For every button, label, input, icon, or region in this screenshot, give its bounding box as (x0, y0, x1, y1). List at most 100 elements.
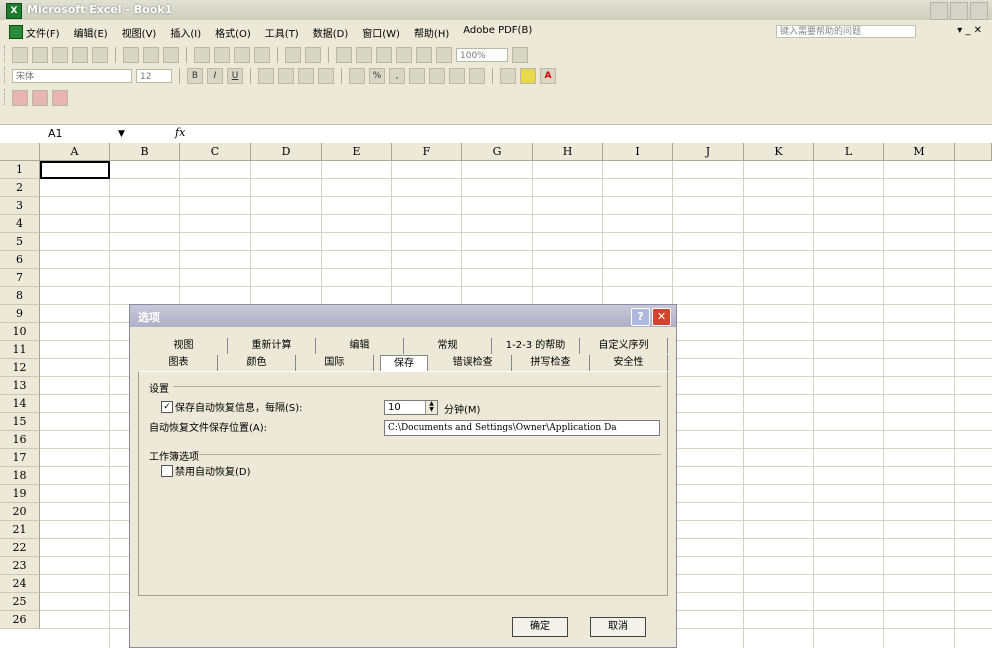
column-header[interactable]: D (251, 143, 322, 161)
insert-function-icon[interactable]: fx (175, 126, 185, 139)
align-center-icon[interactable] (278, 68, 294, 84)
tab-tabs_row2-1[interactable]: 颜色 (218, 355, 296, 371)
cut-icon[interactable] (194, 47, 210, 63)
row-header[interactable]: 16 (0, 431, 40, 449)
row-header[interactable]: 3 (0, 197, 40, 215)
column-header[interactable]: M (884, 143, 955, 161)
tab-tabs_row1-4[interactable]: 1-2-3 的帮助 (492, 338, 580, 354)
column-header[interactable]: E (322, 143, 392, 161)
tab-tabs_row1-1[interactable]: 重新计算 (228, 338, 316, 354)
increase-decimal-icon[interactable] (409, 68, 425, 84)
borders-icon[interactable] (500, 68, 516, 84)
paste-icon[interactable] (234, 47, 250, 63)
column-header[interactable]: A (40, 143, 110, 161)
row-header[interactable]: 4 (0, 215, 40, 233)
active-cell-a1[interactable] (40, 161, 110, 179)
pdf-review-icon[interactable] (52, 90, 68, 106)
column-header[interactable]: B (110, 143, 180, 161)
column-header[interactable]: F (392, 143, 462, 161)
column-header-partial[interactable] (955, 143, 992, 161)
save-icon[interactable] (52, 47, 68, 63)
menu-item[interactable]: 视图(V) (122, 25, 157, 40)
increase-indent-icon[interactable] (469, 68, 485, 84)
column-header[interactable]: H (533, 143, 603, 161)
fill-color-icon[interactable] (520, 68, 536, 84)
row-header[interactable]: 9 (0, 305, 40, 323)
row-header[interactable]: 17 (0, 449, 40, 467)
row-header[interactable]: 26 (0, 611, 40, 629)
open-icon[interactable] (32, 47, 48, 63)
menu-item[interactable]: 编辑(E) (74, 25, 108, 40)
align-right-icon[interactable] (298, 68, 314, 84)
print-preview-icon[interactable] (143, 47, 159, 63)
help-search-input[interactable]: 键入需要帮助的问题 (776, 25, 916, 38)
row-header[interactable]: 20 (0, 503, 40, 521)
toolbar-grip[interactable] (4, 89, 8, 105)
help-icon[interactable] (512, 47, 528, 63)
format-painter-icon[interactable] (254, 47, 270, 63)
print-icon[interactable] (123, 47, 139, 63)
email-icon[interactable] (92, 47, 108, 63)
drawing-icon[interactable] (436, 47, 452, 63)
permission-icon[interactable] (72, 47, 88, 63)
column-header[interactable]: C (180, 143, 251, 161)
redo-icon[interactable] (305, 47, 321, 63)
tab-tabs_row2-3[interactable]: 保存 (379, 355, 429, 371)
comma-icon[interactable]: , (389, 68, 405, 84)
cancel-button[interactable]: 取消 (590, 617, 646, 637)
sort-ascending-icon[interactable] (376, 47, 392, 63)
maximize-button[interactable] (950, 2, 968, 20)
autorecover-location-input[interactable]: C:\Documents and Settings\Owner\Applicat… (384, 420, 660, 436)
toolbar-grip[interactable] (4, 67, 8, 83)
tab-tabs_row1-3[interactable]: 常规 (404, 338, 492, 354)
row-header[interactable]: 21 (0, 521, 40, 539)
minutes-spinner[interactable]: 10 ▲ ▼ (384, 400, 438, 415)
row-header[interactable]: 2 (0, 179, 40, 197)
tab-tabs_row2-5[interactable]: 拼写检查 (512, 355, 591, 371)
help-button[interactable]: ? (631, 308, 650, 326)
copy-icon[interactable] (214, 47, 230, 63)
tab-tabs_row1-5[interactable]: 自定义序列 (580, 338, 668, 354)
font-size-select[interactable]: 12 (136, 69, 172, 83)
menu-item[interactable]: 工具(T) (265, 25, 299, 40)
row-header[interactable]: 11 (0, 341, 40, 359)
zoom-select[interactable]: 100% (456, 48, 508, 62)
row-header[interactable]: 12 (0, 359, 40, 377)
row-header[interactable]: 8 (0, 287, 40, 305)
row-header[interactable]: 1 (0, 161, 40, 179)
menu-item[interactable]: 窗口(W) (362, 25, 400, 40)
hyperlink-icon[interactable] (336, 47, 352, 63)
row-header[interactable]: 22 (0, 539, 40, 557)
workbook-icon[interactable] (9, 25, 23, 39)
row-header[interactable]: 18 (0, 467, 40, 485)
convert-pdf-icon[interactable] (12, 90, 28, 106)
menu-item[interactable]: Adobe PDF(B) (463, 25, 532, 40)
autorecover-checkbox[interactable]: ✓ (161, 401, 173, 413)
row-header[interactable]: 25 (0, 593, 40, 611)
bold-icon[interactable]: B (187, 68, 203, 84)
row-header[interactable]: 6 (0, 251, 40, 269)
row-header[interactable]: 23 (0, 557, 40, 575)
chevron-down-icon[interactable]: ▼ (118, 127, 125, 141)
align-left-icon[interactable] (258, 68, 274, 84)
row-header[interactable]: 15 (0, 413, 40, 431)
menu-item[interactable]: 数据(D) (313, 25, 349, 40)
column-header[interactable]: J (673, 143, 744, 161)
column-header[interactable]: I (603, 143, 673, 161)
toolbar-grip[interactable] (4, 46, 8, 62)
font-color-icon[interactable]: A (540, 68, 556, 84)
document-window-controls[interactable]: ▾ _ ✕ (957, 25, 982, 36)
close-window-button[interactable] (970, 2, 988, 20)
column-header[interactable]: G (462, 143, 533, 161)
tab-tabs_row1-0[interactable]: 视图 (140, 338, 228, 354)
currency-icon[interactable] (349, 68, 365, 84)
tab-tabs_row1-2[interactable]: 编辑 (316, 338, 404, 354)
tab-tabs_row2-2[interactable]: 国际 (296, 355, 374, 371)
tab-tabs_row2-0[interactable]: 图表 (140, 355, 218, 371)
chart-wizard-icon[interactable] (416, 47, 432, 63)
row-header[interactable]: 13 (0, 377, 40, 395)
autosum-icon[interactable] (356, 47, 372, 63)
column-header[interactable]: L (814, 143, 884, 161)
minimize-button[interactable] (930, 2, 948, 20)
merge-center-icon[interactable] (318, 68, 334, 84)
